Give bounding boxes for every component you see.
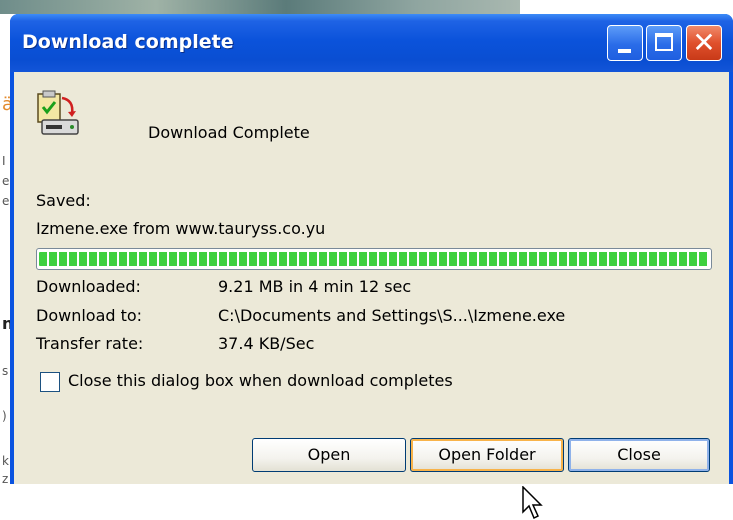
download-to-value: C:\Documents and Settings\S...\Izmene.ex… (218, 306, 566, 325)
download-complete-icon (37, 90, 79, 135)
background-window-strip (0, 0, 520, 14)
background-text-fragment: ) (2, 409, 7, 423)
downloaded-label: Downloaded: (36, 277, 141, 296)
close-icon: ✕ (692, 26, 716, 59)
background-text-fragment: s (2, 364, 9, 378)
close-button[interactable]: Close (568, 438, 710, 472)
minimize-button[interactable] (607, 25, 643, 61)
download-progress-bar (36, 248, 712, 270)
downloaded-value: 9.21 MB in 4 min 12 sec (218, 277, 412, 296)
title-bar[interactable]: Download complete ✕ (10, 14, 733, 72)
saved-file-value: Izmene.exe from www.tauryss.co.yu (36, 219, 326, 238)
maximize-button[interactable] (646, 25, 682, 61)
mouse-pointer-icon (522, 486, 543, 520)
background-text-fragment: I (2, 154, 6, 168)
maximize-icon (655, 33, 673, 51)
background-text-fragment: e (2, 174, 10, 188)
background-text-fragment: e (2, 194, 10, 208)
background-text-fragment: k (2, 454, 9, 468)
window-title: Download complete (22, 31, 234, 53)
close-when-complete-checkbox[interactable] (40, 372, 60, 392)
open-button[interactable]: Open (252, 438, 406, 472)
transfer-rate-label: Transfer rate: (36, 334, 144, 353)
saved-label: Saved: (36, 191, 91, 210)
download-complete-window: Download complete ✕ Download Complete Sa… (10, 14, 733, 520)
close-window-button[interactable]: ✕ (686, 25, 722, 61)
dialog-header-text: Download Complete (148, 123, 310, 142)
close-when-complete-label[interactable]: Close this dialog box when download comp… (68, 371, 453, 390)
download-progress-fill (39, 252, 709, 266)
transfer-rate-value: 37.4 KB/Sec (218, 334, 315, 353)
minimize-icon (618, 49, 631, 53)
open-folder-button[interactable]: Open Folder (410, 438, 564, 472)
dialog-body: Download Complete Saved: Izmene.exe from… (14, 72, 729, 520)
download-to-label: Download to: (36, 306, 143, 325)
